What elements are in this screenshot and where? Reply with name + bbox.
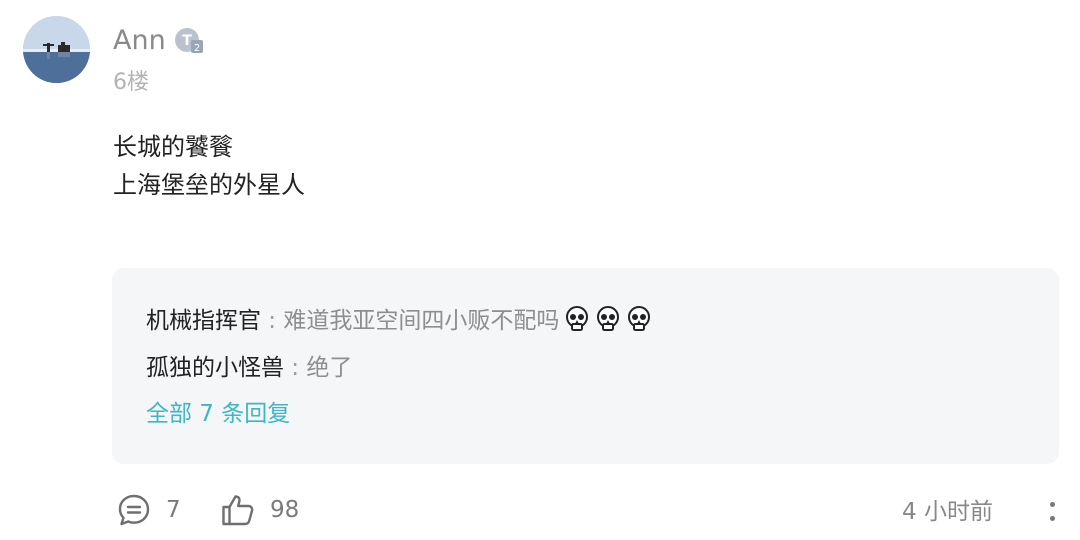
- skull-emoji-icon: [628, 306, 651, 331]
- thumbs-up-icon: [222, 495, 254, 526]
- skull-emoji-icon: [597, 306, 620, 331]
- comment-count: 7: [166, 497, 181, 523]
- more-options-icon[interactable]: [1044, 498, 1062, 526]
- svg-text:T: T: [182, 33, 192, 49]
- skull-emoji-icon: [566, 306, 589, 331]
- like-button[interactable]: 98: [220, 492, 299, 528]
- reply-text: 绝了: [306, 355, 353, 381]
- reply-item[interactable]: 机械指挥官 : 难道我亚空间四小贩不配吗: [146, 303, 652, 339]
- comment-line: 上海堡垒的外星人: [113, 171, 305, 199]
- timestamp: 4 小时前: [902, 499, 993, 525]
- reply-separator: :: [261, 308, 284, 334]
- comment-line: 长城的饕餮: [113, 133, 233, 161]
- username[interactable]: Ann: [113, 24, 166, 58]
- reply-author[interactable]: 孤独的小怪兽: [146, 355, 284, 381]
- floor-number: 6楼: [113, 70, 149, 95]
- like-count: 98: [270, 497, 300, 523]
- level-badge-icon: T 2: [174, 27, 204, 55]
- svg-text:2: 2: [194, 43, 200, 54]
- reply-item[interactable]: 孤独的小怪兽 : 绝了: [146, 350, 352, 386]
- avatar[interactable]: [23, 16, 90, 83]
- reply-separator: :: [284, 355, 307, 381]
- replies-preview[interactable]: 机械指挥官 : 难道我亚空间四小贩不配吗 孤独的小怪兽 : 绝了 全部 7 条回…: [112, 268, 1059, 464]
- avatar-image: [23, 16, 90, 83]
- reply-author[interactable]: 机械指挥官: [146, 308, 261, 334]
- comment-button[interactable]: 7: [116, 492, 181, 528]
- comment-content: 长城的饕餮 上海堡垒的外星人: [113, 128, 305, 204]
- reply-text: 难道我亚空间四小贩不配吗: [283, 308, 560, 334]
- comment-bubble-icon: [118, 494, 150, 526]
- view-all-replies-link[interactable]: 全部 7 条回复: [146, 396, 290, 432]
